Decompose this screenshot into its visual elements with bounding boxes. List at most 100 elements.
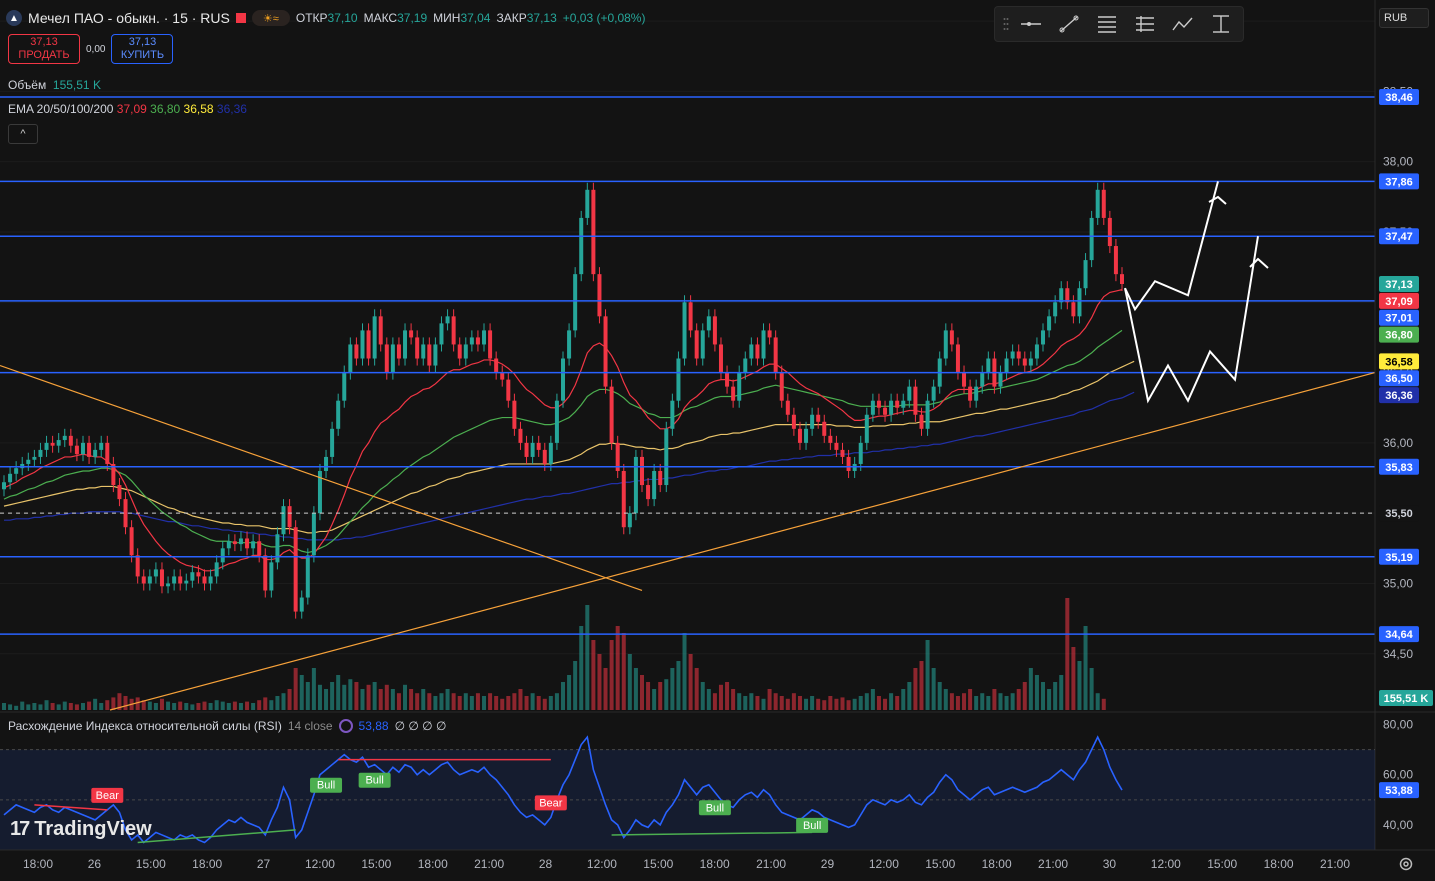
volume-bar bbox=[153, 703, 158, 710]
candle-body bbox=[688, 302, 693, 331]
volume-bar bbox=[178, 701, 183, 710]
candle-body bbox=[1071, 302, 1076, 317]
candle-body bbox=[633, 456, 638, 514]
volume-bar bbox=[147, 701, 152, 710]
time-tick-label: 18:00 bbox=[700, 857, 730, 871]
candle-body bbox=[1016, 351, 1021, 359]
candle-body bbox=[974, 386, 979, 401]
date-range-icon[interactable] bbox=[1205, 12, 1237, 36]
rsi-params: 14 close bbox=[287, 719, 333, 733]
tradingview-logo[interactable]: 17 TradingView bbox=[10, 818, 152, 841]
fib-icon[interactable] bbox=[1091, 12, 1123, 36]
candle bbox=[166, 576, 171, 594]
candle bbox=[396, 337, 401, 366]
candle-body bbox=[986, 358, 991, 373]
divergence-tag-text: Bull bbox=[803, 820, 821, 832]
rsi-legend[interactable]: Расхождение Индекса относительной силы (… bbox=[8, 719, 446, 733]
time-tick-label: 18:00 bbox=[418, 857, 448, 871]
gear-icon[interactable] bbox=[1398, 856, 1414, 872]
candle bbox=[676, 351, 681, 408]
collapse-legend-button[interactable]: ^ bbox=[8, 124, 38, 144]
volume-bar bbox=[184, 703, 189, 710]
volume-bar bbox=[488, 693, 493, 710]
candle-body bbox=[409, 330, 414, 338]
volume-bar bbox=[919, 661, 924, 710]
drag-handle-icon[interactable] bbox=[1003, 17, 1009, 31]
candle bbox=[1113, 239, 1118, 282]
sell-button[interactable]: 37,13 ПРОДАТЬ bbox=[8, 34, 80, 64]
time-tick-label: 15:00 bbox=[136, 857, 166, 871]
chevron-up-icon: ^ bbox=[20, 128, 26, 140]
candle bbox=[633, 449, 638, 521]
symbol-title[interactable]: Мечел ПАО - обыкн. · 15 · RUS bbox=[28, 10, 230, 26]
volume-bar bbox=[396, 693, 401, 710]
candle-body bbox=[451, 316, 456, 345]
candle-body bbox=[840, 449, 845, 457]
chart-canvas[interactable]: 39,0038,5038,0037,5037,0036,5036,0035,50… bbox=[0, 0, 1435, 881]
candle-body bbox=[245, 538, 250, 549]
pitchfork-icon[interactable] bbox=[1129, 12, 1161, 36]
candle-body bbox=[488, 330, 493, 359]
candle bbox=[2, 475, 6, 497]
candle bbox=[238, 531, 243, 552]
volume-bar bbox=[785, 698, 790, 710]
volume-bar bbox=[658, 682, 663, 710]
market-status-icon[interactable]: ☀≈ bbox=[251, 10, 290, 26]
candle-body bbox=[457, 344, 462, 359]
candle bbox=[311, 506, 316, 563]
sell-price: 37,13 bbox=[30, 36, 58, 48]
candle-body bbox=[8, 473, 13, 483]
candle bbox=[1065, 281, 1070, 310]
candle-body bbox=[360, 330, 365, 359]
candle-body bbox=[536, 442, 541, 450]
candle-body bbox=[196, 572, 201, 577]
candle-body bbox=[718, 344, 723, 373]
ema-label: EMA 20/50/100/200 bbox=[8, 102, 114, 116]
sell-label: ПРОДАТЬ bbox=[18, 49, 70, 61]
ohlc-open: ОТКР37,10 bbox=[295, 11, 358, 25]
candle-body bbox=[810, 414, 815, 429]
volume-bar bbox=[664, 679, 669, 710]
candle bbox=[597, 267, 602, 324]
volume-legend[interactable]: Объём 155,51 K bbox=[8, 78, 101, 92]
candle bbox=[567, 323, 572, 366]
time-tick-label: 21:00 bbox=[1038, 857, 1068, 871]
volume-bar bbox=[694, 668, 699, 710]
candle bbox=[32, 449, 37, 467]
buy-button[interactable]: 37,13 КУПИТЬ bbox=[111, 34, 174, 64]
candle-body bbox=[998, 372, 1003, 387]
candle bbox=[38, 442, 43, 464]
volume-bar bbox=[791, 693, 796, 710]
candle bbox=[749, 337, 754, 366]
candle bbox=[907, 379, 912, 408]
horizontal-ray-icon[interactable] bbox=[1015, 12, 1047, 36]
candle-body bbox=[311, 513, 316, 556]
ema-legend[interactable]: EMA 20/50/100/200 37,09 36,80 36,58 36,3… bbox=[8, 102, 247, 116]
volume-bar bbox=[688, 654, 693, 710]
candle-body bbox=[44, 442, 49, 450]
trend-line-icon[interactable] bbox=[1053, 12, 1085, 36]
candle-body bbox=[87, 442, 92, 457]
path-icon[interactable] bbox=[1167, 12, 1199, 36]
candle-body bbox=[1083, 260, 1088, 289]
candle-body bbox=[1022, 358, 1027, 366]
candle-body bbox=[105, 442, 110, 464]
candle-body bbox=[925, 400, 930, 429]
candle bbox=[658, 463, 663, 493]
candle bbox=[579, 210, 584, 282]
candle bbox=[1107, 210, 1112, 254]
refresh-icon[interactable] bbox=[338, 719, 353, 733]
candle bbox=[761, 323, 766, 366]
volume-bar bbox=[573, 661, 578, 710]
candle bbox=[232, 534, 237, 552]
volume-bar bbox=[360, 689, 365, 710]
candle-body bbox=[354, 344, 359, 359]
candle-body bbox=[372, 316, 377, 359]
candle bbox=[968, 379, 973, 408]
candle-body bbox=[166, 583, 171, 587]
volume-bar bbox=[202, 701, 207, 710]
candle bbox=[251, 534, 256, 556]
candle bbox=[627, 506, 632, 535]
currency-selector[interactable]: RUB bbox=[1379, 8, 1429, 28]
ema50-value: 36,80 bbox=[150, 102, 181, 116]
